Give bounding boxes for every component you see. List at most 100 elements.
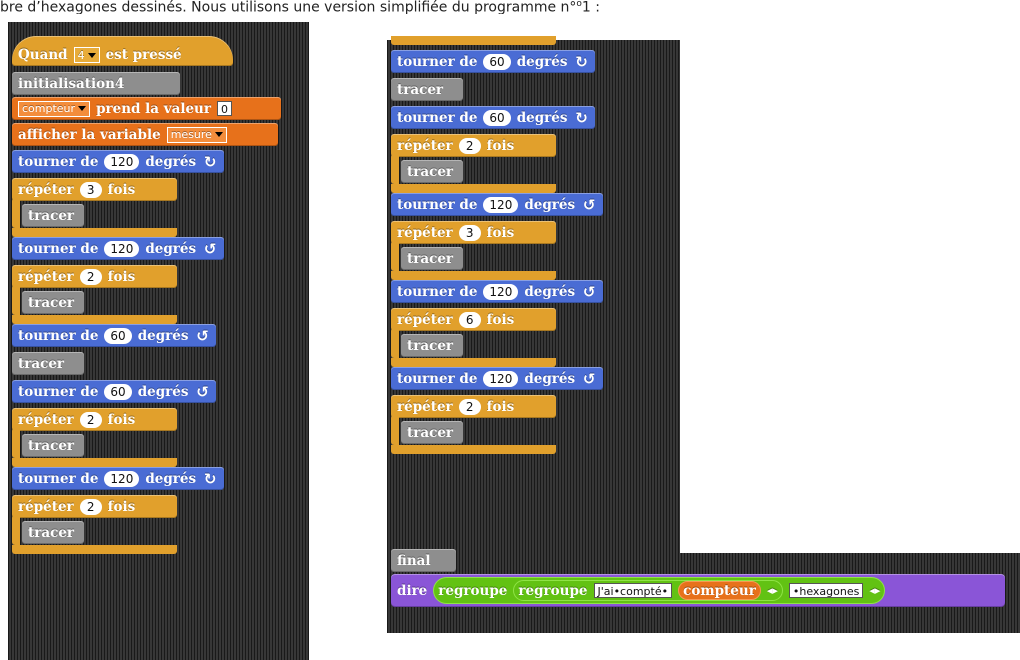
- angle-input[interactable]: 60: [483, 109, 511, 126]
- turn-block[interactable]: tourner de 120 degrés ↺: [391, 367, 604, 390]
- trace-block[interactable]: tracer: [401, 421, 463, 444]
- trace-label: tracer: [407, 250, 454, 267]
- turn-label: tourner de: [397, 283, 478, 300]
- repeat-count-input[interactable]: 2: [458, 137, 481, 154]
- repeat-header[interactable]: répéter 2 fois: [391, 134, 556, 157]
- say-block[interactable]: dire regroupe regroupe J'ai•compté• comp…: [391, 574, 1005, 607]
- repeat-header[interactable]: répéter 2 fois: [12, 495, 177, 518]
- repeat-count-input[interactable]: 2: [79, 268, 102, 285]
- unit-label: degrés: [137, 383, 189, 400]
- repeat-header[interactable]: répéter 2 fois: [391, 395, 556, 418]
- unit-label: degrés: [524, 196, 576, 213]
- repeat-label: répéter: [397, 398, 453, 415]
- trace-block[interactable]: tracer: [22, 434, 84, 457]
- trace-block[interactable]: tracer: [22, 291, 84, 314]
- trace-label: tracer: [28, 294, 75, 311]
- turn-block[interactable]: tourner de 60 degrés ↺: [12, 380, 217, 403]
- turn-block[interactable]: tourner de 120 degrés ↺: [12, 237, 225, 260]
- unit-label: degrés: [524, 370, 576, 387]
- initialisation4-block[interactable]: initialisation4: [12, 72, 180, 95]
- angle-input[interactable]: 120: [104, 470, 140, 487]
- repeat-header[interactable]: répéter 2 fois: [12, 408, 177, 431]
- turn-block[interactable]: tourner de 120 degrés ↺: [391, 193, 604, 216]
- turn-label: tourner de: [18, 327, 99, 344]
- trace-label: tracer: [18, 355, 65, 372]
- repeat-c-arm: [12, 515, 20, 545]
- intro-text: bre d’hexagones dessinés. Nous utilisons…: [0, 0, 1020, 14]
- trace-label: tracer: [407, 163, 454, 180]
- turn-block[interactable]: tourner de 120 degrés ↺: [391, 280, 604, 303]
- trace-label: tracer: [28, 524, 75, 541]
- chevron-down-icon: [214, 132, 223, 137]
- repeat-header[interactable]: répéter 3 fois: [391, 221, 556, 244]
- expand-arrows-icon[interactable]: ◂▸: [767, 584, 778, 597]
- hat-label: Quand: [18, 47, 68, 63]
- show-variable-block[interactable]: afficher la variable mesure: [12, 123, 278, 146]
- trace-label: tracer: [407, 424, 454, 441]
- repeat-header[interactable]: répéter 3 fois: [12, 178, 177, 201]
- hat-suffix: est pressé: [105, 47, 182, 63]
- turn-block[interactable]: tourner de 60 degrés ↻: [391, 106, 596, 129]
- angle-input[interactable]: 60: [104, 327, 132, 344]
- rotate-clockwise-icon: ↻: [203, 469, 217, 488]
- repeat-suffix: fois: [107, 411, 136, 428]
- repeat-count-input[interactable]: 3: [79, 181, 102, 198]
- repeat-count-input[interactable]: 6: [458, 311, 481, 328]
- trace-block[interactable]: tracer: [12, 352, 84, 375]
- trace-block[interactable]: tracer: [22, 204, 84, 227]
- repeat-count-input[interactable]: 3: [458, 224, 481, 241]
- repeat-c-arm: [391, 241, 399, 271]
- variable-reporter[interactable]: compteur: [678, 581, 761, 600]
- rotate-counterclockwise-icon: ↺: [582, 282, 596, 301]
- repeat-count-input[interactable]: 2: [79, 498, 102, 515]
- final-block[interactable]: final: [391, 549, 456, 572]
- angle-input[interactable]: 120: [483, 370, 519, 387]
- script-panel-right-lower[interactable]: final dire regroupe regroupe J'ai•compté…: [387, 549, 1020, 633]
- repeat-header[interactable]: répéter 6 fois: [391, 308, 556, 331]
- text-input-2[interactable]: •hexagones: [788, 583, 864, 598]
- turn-block[interactable]: tourner de 60 degrés ↻: [391, 50, 596, 73]
- angle-input[interactable]: 120: [483, 283, 519, 300]
- trace-block[interactable]: tracer: [401, 247, 463, 270]
- say-label: dire: [397, 582, 428, 599]
- repeat-header[interactable]: répéter 2 fois: [12, 265, 177, 288]
- when-key-pressed-block[interactable]: Quand 4 est pressé: [12, 36, 233, 66]
- repeat-label: répéter: [18, 181, 74, 198]
- repeat-count-input[interactable]: 2: [458, 398, 481, 415]
- repeat-c-foot: [391, 445, 556, 454]
- key-dropdown[interactable]: 4: [73, 47, 100, 63]
- repeat-count-input[interactable]: 2: [79, 411, 102, 428]
- trace-block[interactable]: tracer: [391, 78, 463, 101]
- trace-block[interactable]: tracer: [401, 334, 463, 357]
- expand-arrows-icon[interactable]: ◂▸: [869, 584, 880, 597]
- turn-block[interactable]: tourner de 120 degrés ↻: [12, 467, 225, 490]
- variable-dropdown[interactable]: compteur: [18, 100, 91, 117]
- script-panel-right[interactable]: tourner de 60 degrés ↻ tracer tourner de 60 deg…: [387, 36, 680, 555]
- show-variable-name: mesure: [170, 128, 212, 141]
- turn-block[interactable]: tourner de 120 degrés ↻: [12, 150, 225, 173]
- join-reporter-inner[interactable]: regroupe J'ai•compté• compteur ◂▸: [513, 580, 783, 601]
- script-panel-left[interactable]: Quand 4 est pressé initialisation4 compt…: [8, 22, 309, 660]
- angle-input[interactable]: 60: [483, 53, 511, 70]
- repeat-label: répéter: [397, 311, 453, 328]
- trace-label: tracer: [28, 437, 75, 454]
- join-outer-label: regroupe: [438, 582, 508, 599]
- intro-text-main: bre d’hexagones dessinés. Nous utilisons…: [0, 0, 577, 14]
- trace-block[interactable]: tracer: [401, 160, 463, 183]
- repeat-c-arm: [12, 285, 20, 315]
- text-input-1[interactable]: J'ai•compté•: [593, 583, 673, 598]
- turn-label: tourner de: [18, 383, 99, 400]
- trace-block[interactable]: tracer: [22, 521, 84, 544]
- angle-input[interactable]: 120: [104, 153, 140, 170]
- angle-input[interactable]: 120: [104, 240, 140, 257]
- show-variable-dropdown[interactable]: mesure: [166, 126, 227, 143]
- turn-block[interactable]: tourner de 60 degrés ↺: [12, 324, 217, 347]
- angle-input[interactable]: 60: [104, 383, 132, 400]
- repeat-c-foot: [12, 545, 177, 554]
- set-variable-block[interactable]: compteur prend la valeur 0: [12, 97, 281, 120]
- rotate-counterclockwise-icon: ↺: [582, 195, 596, 214]
- join-reporter-outer[interactable]: regroupe regroupe J'ai•compté• compteur …: [433, 577, 886, 604]
- repeat-label: répéter: [18, 268, 74, 285]
- set-value-input[interactable]: 0: [216, 101, 232, 116]
- angle-input[interactable]: 120: [483, 196, 519, 213]
